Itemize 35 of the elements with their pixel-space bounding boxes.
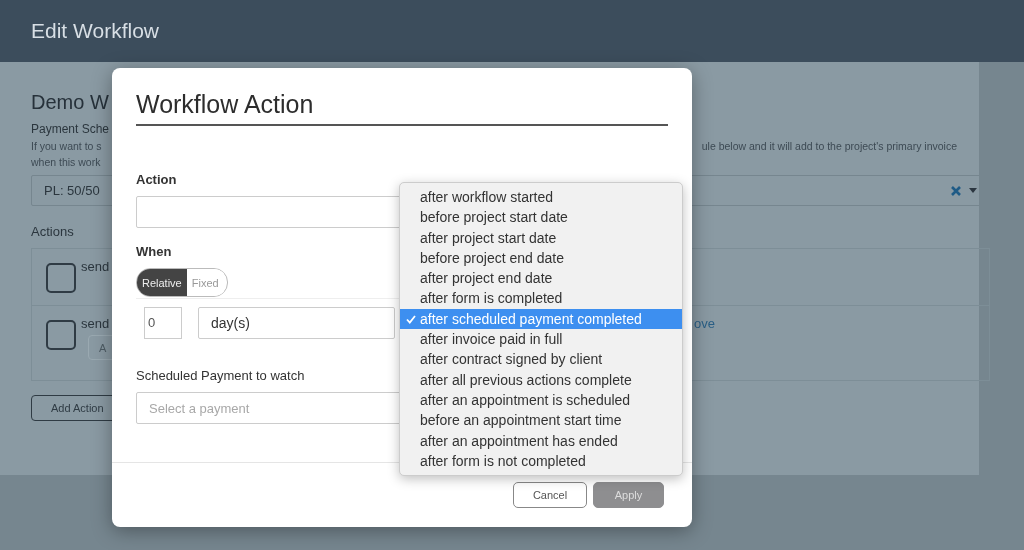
segment-tab[interactable]: Relative [137,269,187,296]
field-label: Scheduled Payment to watch [136,368,305,384]
action-text: send [81,259,110,274]
section-label: Actions [31,224,74,241]
offset-field[interactable]: 0 [144,307,182,339]
caret-icon [969,188,977,193]
menu-option[interactable]: after an appointment is scheduled [400,389,682,411]
menu-option[interactable]: before project end date [400,247,682,269]
help-text: when this work [31,155,101,170]
menu-option[interactable]: after project end date [400,268,682,289]
help-text: ule below and it will add to the project's primary invoice [701,139,957,154]
menu-option[interactable]: after invoice paid in full [400,329,682,350]
check-icon [406,314,416,324]
field-label: When [136,244,172,260]
cancel-button[interactable]: Cancel [513,482,587,508]
menu-option[interactable]: after all previous actions complete [400,369,682,390]
unit-select[interactable]: day(s) [198,307,395,339]
menu-option[interactable]: after form is completed [400,288,682,309]
menu-option[interactable]: after workflow started [400,187,682,208]
field-label: Payment Sche [31,121,110,138]
workflow-name: Demo W [31,90,109,115]
field-label: Action [136,172,177,188]
dialog-title: Workflow Action [136,86,668,126]
checkbox[interactable] [46,263,76,293]
menu-option[interactable]: after an appointment has ended [400,430,682,451]
menu-option[interactable]: before project start date [400,207,682,228]
clear-icon[interactable] [951,185,961,196]
help-text: If you want to s [31,139,102,154]
action-text: send [81,316,110,331]
page-title: Edit Workflow [31,19,159,43]
menu-option[interactable]: after form is not completed [400,450,682,472]
menu-option[interactable]: before an appointment start time [400,410,682,431]
menu-option[interactable]: after contract signed by client [400,349,682,370]
checkbox[interactable] [46,320,76,350]
menu-option[interactable]: after project start date [400,227,682,248]
